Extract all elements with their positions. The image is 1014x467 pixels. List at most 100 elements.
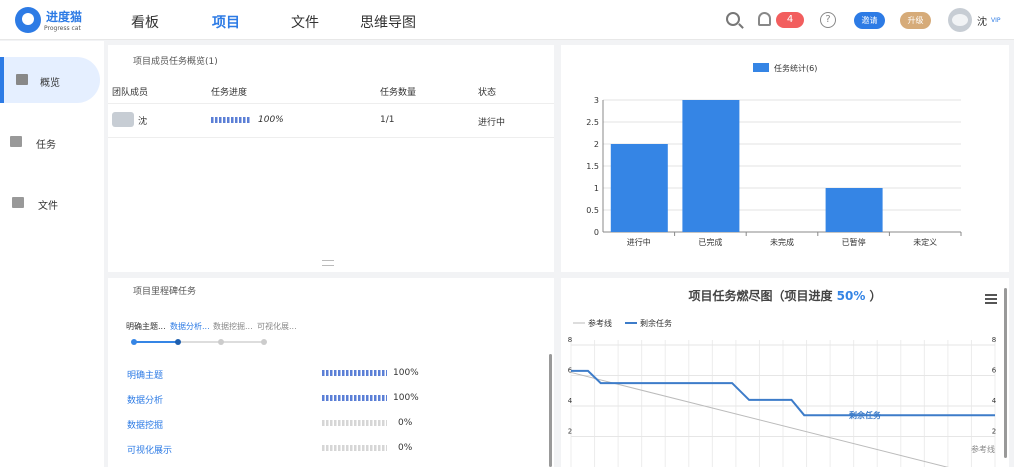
burndown-panel: 项目任务燃尽图（项目进度 50% ）参考线 剩余任务 2 2 4 4 6 6 8 8 剩余任务 参考线 [561,278,1009,467]
avatar[interactable] [948,8,972,32]
y-tick-label: 4 [568,397,573,405]
header-divider [108,103,554,104]
user-name[interactable]: 沈 [977,13,987,28]
milestone-progress-bar [322,370,387,376]
folder-icon [12,197,24,208]
hamburger-menu-icon[interactable] [985,294,997,296]
logo-title: 进度猫 [46,10,83,24]
bar [825,188,883,232]
scrollbar[interactable] [549,354,552,467]
column-header-member: 团队成员 [112,88,149,98]
x-tick-label: 已完成 [698,237,722,247]
y-tick-label-right: 4 [992,397,997,405]
vip-badge: VIP [991,17,1001,24]
task-icon [10,136,22,147]
x-tick-label: 已暂停 [842,237,866,247]
sidebar-item-files[interactable]: 文件 [0,180,104,226]
milestone-dot[interactable] [218,339,224,345]
member-status: 进行中 [478,118,506,128]
milestone-track-done [134,341,178,343]
legend-label: 任务统计(6) [774,63,817,73]
x-tick-label: 未定义 [913,237,937,247]
y-tick-label: 1.5 [586,162,599,171]
sidebar-item-overview[interactable]: 概览 [0,57,100,103]
task-stats-chart: 任务统计(6) 0 0.5 1 1.5 2 2.5 3 进行中 已完成 未完成 已暂停 未定义 [586,63,962,247]
burndown-title: 项目任务燃尽图（项目进度 50% ） [688,288,881,303]
legend-label: 参考线 [588,318,612,328]
member-name: 沈 [138,117,148,127]
y-tick-label: 0 [594,228,599,237]
milestone-value: 0% [398,443,413,453]
milestone-value: 0% [398,418,413,428]
sidebar-item-label: 任务 [36,140,56,151]
resize-handle-icon[interactable] [322,260,334,266]
help-icon[interactable]: ? [820,12,836,28]
column-header-count: 任务数量 [380,88,417,98]
notification-badge[interactable]: 4 [776,12,804,28]
reference-series-label: 参考线 [971,444,995,454]
sidebar: 概览 任务 文件 [0,41,104,467]
milestone-label[interactable]: 明确主题 [127,368,163,381]
milestone-step[interactable]: 明确主题... [126,321,166,332]
bell-icon[interactable] [758,12,771,26]
y-tick-label: 8 [568,336,572,344]
milestone-label[interactable]: 数据分析 [127,393,163,406]
milestone-value: 100% [393,368,419,378]
logo-subtitle: Progress cat [44,25,81,32]
y-tick-label-right: 6 [992,367,997,375]
row-divider [108,137,554,138]
nav-project[interactable]: 项目 [212,12,240,32]
milestone-label[interactable]: 可视化展示 [127,443,172,456]
y-tick-label: 3 [594,96,599,105]
invite-button[interactable]: 邀请 [854,12,885,29]
milestone-dot[interactable] [261,339,267,345]
milestone-progress-bar [322,420,387,426]
milestone-label[interactable]: 数据挖掘 [127,418,163,431]
member-progress-text: 100% [258,115,284,125]
y-tick-label: 2.5 [586,118,599,127]
remaining-series-label: 剩余任务 [849,410,882,420]
milestone-dot[interactable] [131,339,137,345]
nav-board[interactable]: 看板 [131,12,159,32]
logo-icon[interactable] [15,7,41,33]
y-tick-label: 1 [594,184,599,193]
scrollbar[interactable] [1004,288,1007,458]
sidebar-item-label: 概览 [40,78,60,89]
x-tick-label: 未完成 [770,237,794,247]
milestone-step[interactable]: 数据挖掘... [213,321,253,332]
member-progress-bar [211,117,251,123]
sidebar-item-tasks[interactable]: 任务 [0,119,104,165]
milestone-dot[interactable] [175,339,181,345]
milestone-step[interactable]: 可视化展... [257,321,297,332]
dashboard-icon [16,74,28,85]
search-icon[interactable] [726,12,740,26]
y-tick-label-right: 8 [992,336,996,344]
milestone-step[interactable]: 数据分析... [170,321,210,332]
members-panel-title: 项目成员任务概览(1) [133,57,218,67]
legend-label: 剩余任务 [640,318,672,328]
member-avatar [112,112,134,127]
column-header-status: 状态 [478,88,497,98]
task-stats-panel: 任务统计(6) 0 0.5 1 1.5 2 2.5 3 进行中 已完成 未完成 已暂停 未定义 [561,45,1009,272]
milestone-panel-title: 项目里程碑任务 [133,287,197,297]
burndown-chart: 项目任务燃尽图（项目进度 50% ）参考线 剩余任务2 24 46 68 8剩余任务参考线 [568,288,997,467]
sidebar-item-label: 文件 [38,201,58,212]
milestone-progress-bar [322,445,387,451]
members-panel: 项目成员任务概览(1) 团队成员 任务进度 任务数量 状态 沈 100% 1/1… [108,45,554,272]
top-bar: 进度猫 Progress cat 看板 项目 文件 思维导图 4 ? 邀请 升级… [0,0,1014,40]
upgrade-button[interactable]: 升级 [900,12,931,29]
milestone-value: 100% [393,393,419,403]
nav-mindmap[interactable]: 思维导图 [360,12,416,32]
column-header-progress: 任务进度 [211,88,248,98]
bar [610,144,668,232]
y-tick-label: 2 [594,140,599,149]
x-tick-label: 进行中 [627,237,651,247]
legend-swatch [753,63,769,72]
milestone-progress-bar [322,395,387,401]
member-task-count: 1/1 [380,115,395,125]
y-tick-label: 2 [568,428,572,436]
nav-files[interactable]: 文件 [291,12,319,32]
bar [682,100,740,232]
y-tick-label-right: 2 [992,428,996,436]
y-tick-label: 0.5 [586,206,599,215]
